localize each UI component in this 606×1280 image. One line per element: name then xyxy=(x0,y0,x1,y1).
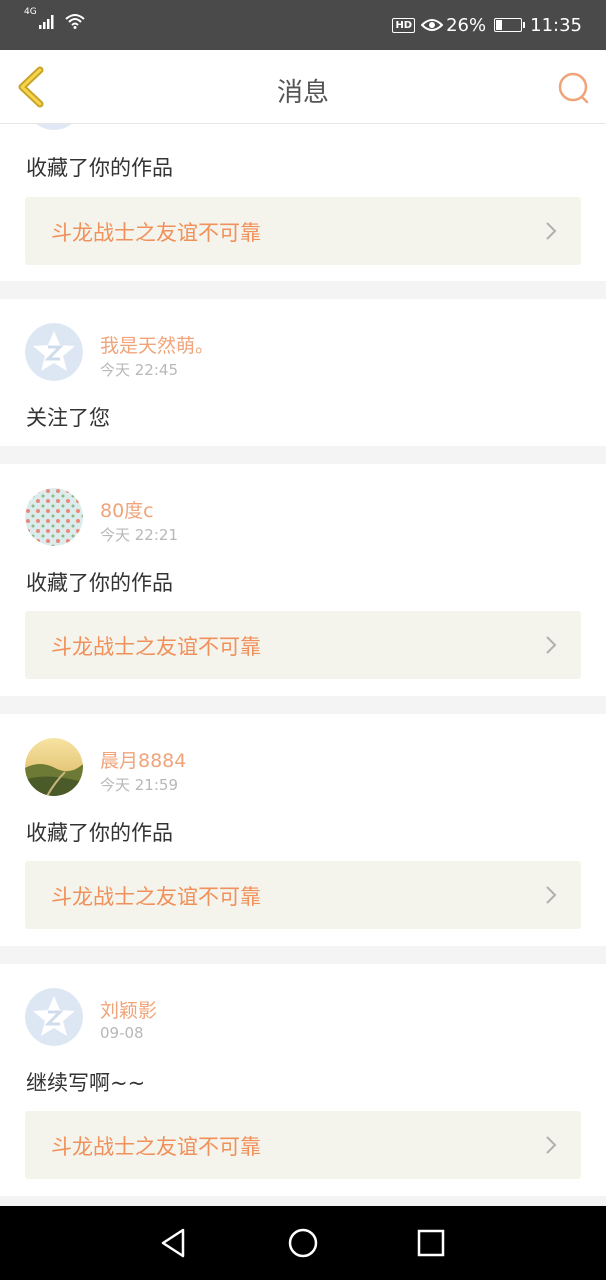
chevron-right-icon xyxy=(546,222,557,240)
work-link[interactable]: 斗龙战士之友谊不可靠 xyxy=(25,197,581,265)
network-type: 4G xyxy=(24,7,37,17)
wifi-icon xyxy=(65,14,85,29)
username[interactable]: 80度c xyxy=(100,496,154,523)
circle-home-icon xyxy=(288,1228,318,1258)
app-header: 消息 xyxy=(0,50,606,124)
avatar[interactable] xyxy=(25,323,83,381)
clock: 11:35 xyxy=(530,14,582,36)
message-card: 我是天然萌。 今天 22:45 关注了您 xyxy=(0,299,606,446)
avatar[interactable] xyxy=(25,988,83,1046)
battery-icon xyxy=(494,18,526,32)
work-link[interactable]: 斗龙战士之友谊不可靠 xyxy=(25,1111,581,1179)
message-text: 收藏了你的作品 xyxy=(26,156,173,180)
nav-home-button[interactable] xyxy=(286,1226,320,1260)
timestamp: 今天 22:45 xyxy=(100,361,178,379)
message-list[interactable]: 收藏了你的作品 斗龙战士之友谊不可靠 我是天然萌。 今天 22:45 关注了您 xyxy=(0,124,606,1206)
avatar[interactable] xyxy=(25,488,83,546)
username[interactable]: 刘颖影 xyxy=(100,996,157,1023)
message-card: 晨月8884 今天 21:59 收藏了你的作品 斗龙战士之友谊不可靠 xyxy=(0,714,606,946)
square-recents-icon xyxy=(417,1229,445,1257)
status-bar: 4G HD 26% 11:35 xyxy=(0,0,606,50)
eye-icon xyxy=(421,19,444,31)
message-text: 继续写啊~~ xyxy=(26,1071,146,1095)
timestamp: 09-08 xyxy=(100,1024,144,1042)
default-avatar-icon xyxy=(25,323,83,381)
avatar[interactable] xyxy=(25,738,83,796)
work-title: 斗龙战士之友谊不可靠 xyxy=(51,221,261,245)
avatar[interactable] xyxy=(25,124,83,130)
message-card: 80度c 今天 22:21 收藏了你的作品 斗龙战士之友谊不可靠 xyxy=(0,464,606,696)
status-left: 4G xyxy=(24,7,86,29)
signal-icon xyxy=(38,15,54,29)
work-title: 斗龙战士之友谊不可靠 xyxy=(51,635,261,659)
chevron-right-icon xyxy=(546,1136,557,1154)
username[interactable]: 我是天然萌。 xyxy=(100,331,214,358)
status-right: HD 26% 11:35 xyxy=(392,13,582,37)
page-title: 消息 xyxy=(276,78,329,108)
message-card: 刘颖影 09-08 继续写啊~~ 斗龙战士之友谊不可靠 xyxy=(0,964,606,1196)
system-nav-bar xyxy=(0,1206,606,1280)
nav-back-button[interactable] xyxy=(157,1226,191,1260)
message-text: 关注了您 xyxy=(26,406,110,430)
hd-badge: HD xyxy=(392,17,416,33)
search-icon xyxy=(558,72,589,104)
work-title: 斗龙战士之友谊不可靠 xyxy=(51,885,261,909)
nav-recents-button[interactable] xyxy=(414,1226,448,1260)
landscape-avatar-icon xyxy=(25,738,83,796)
timestamp: 今天 21:59 xyxy=(100,776,178,794)
search-button[interactable] xyxy=(556,70,592,106)
work-link[interactable]: 斗龙战士之友谊不可靠 xyxy=(25,611,581,679)
message-text: 收藏了你的作品 xyxy=(26,821,173,845)
work-title: 斗龙战士之友谊不可靠 xyxy=(51,1135,261,1159)
chevron-right-icon xyxy=(546,636,557,654)
message-card: 收藏了你的作品 斗龙战士之友谊不可靠 xyxy=(0,124,606,281)
chevron-right-icon xyxy=(546,886,557,904)
work-link[interactable]: 斗龙战士之友谊不可靠 xyxy=(25,861,581,929)
battery-level xyxy=(496,20,503,30)
message-text: 收藏了你的作品 xyxy=(26,571,173,595)
pattern-avatar-icon xyxy=(25,488,83,546)
timestamp: 今天 22:21 xyxy=(100,526,178,544)
username[interactable]: 晨月8884 xyxy=(100,746,186,773)
triangle-back-icon xyxy=(161,1228,185,1258)
battery-percent: 26% xyxy=(446,14,487,36)
default-avatar-icon xyxy=(25,988,83,1046)
